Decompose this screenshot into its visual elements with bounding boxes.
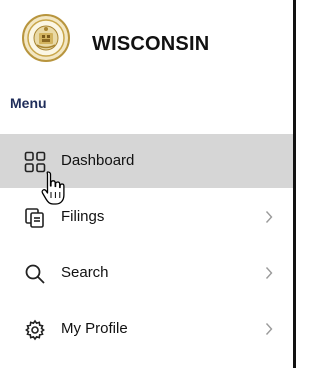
documents-icon: [25, 208, 44, 228]
nav-item-dashboard[interactable]: Dashboard: [0, 134, 293, 188]
nav-label-filings: Filings: [61, 208, 105, 225]
brand-header[interactable]: WISCONSIN: [0, 0, 293, 88]
gear-icon: [25, 319, 45, 341]
nav-item-my-profile[interactable]: My Profile: [0, 302, 293, 356]
sidebar: WISCONSIN Menu Dashboard Filings Search …: [0, 0, 296, 368]
grid-icon: [24, 151, 46, 173]
brand-name: WISCONSIN: [92, 33, 210, 55]
menu-heading: Menu: [10, 95, 47, 111]
nav-label-my-profile: My Profile: [61, 320, 128, 337]
nav-item-search[interactable]: Search: [0, 246, 293, 300]
chevron-right-icon: [265, 211, 273, 223]
chevron-right-icon: [265, 323, 273, 335]
search-icon: [25, 264, 45, 284]
state-seal-icon: [22, 14, 70, 62]
nav-label-search: Search: [61, 264, 109, 281]
sidebar-border: [293, 0, 296, 368]
nav-item-filings[interactable]: Filings: [0, 190, 293, 244]
chevron-right-icon: [265, 267, 273, 279]
nav-label-dashboard: Dashboard: [61, 152, 135, 169]
